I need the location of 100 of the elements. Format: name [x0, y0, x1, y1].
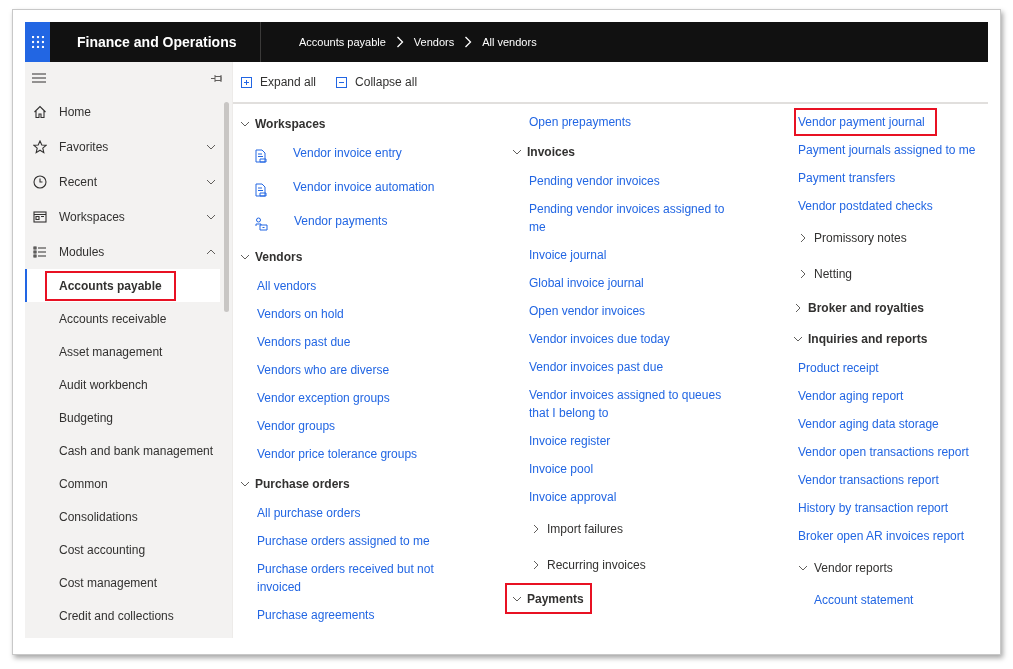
document-icon: [255, 183, 267, 197]
section-header[interactable]: Invoices: [505, 136, 584, 167]
module-item[interactable]: Accounts payable: [45, 270, 176, 301]
section-header[interactable]: Purchase orders: [233, 468, 358, 499]
person-card-icon: [255, 217, 268, 231]
section-header[interactable]: Payments: [505, 583, 592, 614]
nav-item[interactable]: Favorites: [25, 129, 232, 164]
nav-item[interactable]: Home: [25, 94, 232, 129]
menu-link[interactable]: All purchase orders: [255, 499, 367, 527]
section-title: Invoices: [527, 144, 576, 159]
menu-link[interactable]: Vendors past due: [255, 328, 357, 356]
menu-link[interactable]: Invoice approval: [527, 483, 623, 511]
menu-link[interactable]: Broker open AR invoices report: [796, 522, 971, 550]
section-title: Payments: [527, 591, 584, 606]
collapse-all-button[interactable]: Collapse all: [336, 75, 418, 89]
section-title: Broker and royalties: [808, 300, 925, 315]
subgroup-toggle[interactable]: Recurring invoices: [505, 547, 648, 583]
menu-link[interactable]: Open vendor invoices: [527, 297, 652, 325]
menu-link[interactable]: Vendor aging data storage: [796, 410, 945, 438]
section-header[interactable]: Broker and royalties: [786, 292, 933, 323]
menu-link[interactable]: Invoice register: [527, 427, 617, 455]
subgroup-title: Import failures: [547, 522, 624, 536]
breadcrumb-link[interactable]: Accounts payable: [299, 36, 386, 48]
section-title: Vendors: [255, 249, 303, 264]
nav-item[interactable]: Workspaces: [25, 199, 232, 234]
menu-link[interactable]: Payment journals assigned to me: [796, 136, 982, 164]
subgroup-toggle[interactable]: Vendor reports: [786, 550, 895, 586]
workspace-link[interactable]: Vendor invoice entry: [291, 139, 408, 167]
subgroup-toggle[interactable]: Import failures: [505, 511, 626, 547]
menu-link[interactable]: Vendor invoices due today: [527, 325, 676, 353]
menu-link[interactable]: Account statement: [812, 586, 920, 614]
menu-link[interactable]: Open prepayments: [527, 108, 638, 136]
workspace-link[interactable]: Vendor payments: [292, 207, 394, 235]
menu-link[interactable]: Purchase agreements: [255, 601, 381, 629]
nav-item[interactable]: Modules: [25, 234, 232, 269]
nav-item[interactable]: Recent: [25, 164, 232, 199]
module-item[interactable]: Cost management: [45, 567, 172, 598]
menu-link[interactable]: History by transaction report: [796, 494, 955, 522]
expand-all-button[interactable]: Expand all: [241, 75, 317, 89]
module-item[interactable]: Audit workbench: [45, 369, 162, 400]
star-icon: [33, 139, 47, 154]
section-title: Purchase orders: [255, 476, 350, 491]
chevron-down-icon: [798, 563, 808, 573]
menu-link[interactable]: Vendor payment journal: [794, 108, 937, 136]
chevron-right-icon: [464, 36, 473, 48]
menu-link[interactable]: Vendors on hold: [255, 300, 350, 328]
menu-link[interactable]: Vendor invoices past due: [527, 353, 670, 381]
section-header[interactable]: Workspaces: [233, 108, 334, 139]
menu-link[interactable]: Pending vendor invoices assigned to me: [527, 195, 731, 241]
scrollbar[interactable]: [224, 102, 229, 312]
menu-link[interactable]: Purchase orders received but not invoiced: [255, 555, 463, 601]
menu-icon[interactable]: [32, 73, 46, 83]
menu-link[interactable]: Vendor price tolerance groups: [255, 440, 424, 468]
menu-link[interactable]: Vendor invoices assigned to queues that I belong to: [527, 381, 731, 427]
menu-link[interactable]: All vendors: [255, 272, 323, 300]
breadcrumb-link[interactable]: All vendors: [482, 36, 537, 48]
section-title: Workspaces: [255, 116, 326, 131]
menu-link[interactable]: Vendors who are diverse: [255, 356, 396, 384]
plus-box-icon: [241, 76, 252, 88]
module-item[interactable]: Accounts receivable: [45, 303, 181, 334]
grid-icon: [31, 36, 44, 48]
app-launcher-button[interactable]: [25, 22, 50, 62]
list-icon: [33, 244, 47, 259]
module-item[interactable]: Credit and collections: [45, 600, 188, 631]
menu-link[interactable]: Vendor postdated checks: [796, 192, 939, 220]
menu-link[interactable]: Vendor groups: [255, 412, 342, 440]
subgroup-toggle[interactable]: Netting: [786, 256, 855, 292]
module-item[interactable]: Cost accounting: [45, 534, 160, 565]
app-title: Finance and Operations: [76, 34, 238, 50]
section-header[interactable]: Inquiries and reports: [786, 323, 936, 354]
home-icon: [33, 104, 47, 119]
menu-link[interactable]: Pending vendor invoices: [527, 167, 666, 195]
chevron-right-icon: [531, 560, 541, 570]
menu-link[interactable]: Invoice pool: [527, 455, 600, 483]
section-header[interactable]: Vendors: [233, 241, 311, 272]
pin-icon[interactable]: [211, 73, 224, 83]
module-item[interactable]: Budgeting: [45, 402, 128, 433]
menu-link[interactable]: Invoice journal: [527, 241, 613, 269]
subgroup-toggle[interactable]: Promissory notes: [786, 220, 909, 256]
menu-link[interactable]: Global invoice journal: [527, 269, 650, 297]
menu-link[interactable]: Vendor open transactions report: [796, 438, 975, 466]
menu-link[interactable]: Purchase orders assigned to me: [255, 527, 436, 555]
module-item[interactable]: Common: [45, 468, 122, 499]
chevron-right-icon: [798, 269, 808, 279]
subgroup-title: Netting: [814, 267, 853, 281]
workspace-link[interactable]: Vendor invoice automation: [291, 173, 441, 201]
module-item[interactable]: Consolidations: [45, 501, 152, 532]
document-icon: [255, 149, 267, 163]
subgroup-title: Recurring invoices: [547, 558, 646, 572]
chevron-right-icon: [793, 302, 803, 313]
module-item[interactable]: Asset management: [45, 336, 177, 367]
subgroup-title: Vendor reports: [814, 561, 893, 575]
menu-link[interactable]: Vendor transactions report: [796, 466, 945, 494]
menu-link[interactable]: Payment transfers: [796, 164, 902, 192]
menu-link[interactable]: Product receipt: [796, 354, 885, 382]
menu-link[interactable]: Vendor aging report: [796, 382, 910, 410]
module-item[interactable]: Cash and bank management: [45, 435, 228, 466]
breadcrumb-link[interactable]: Vendors: [413, 36, 455, 48]
subgroup-title: Promissory notes: [814, 231, 907, 245]
menu-link[interactable]: Vendor exception groups: [255, 384, 396, 412]
